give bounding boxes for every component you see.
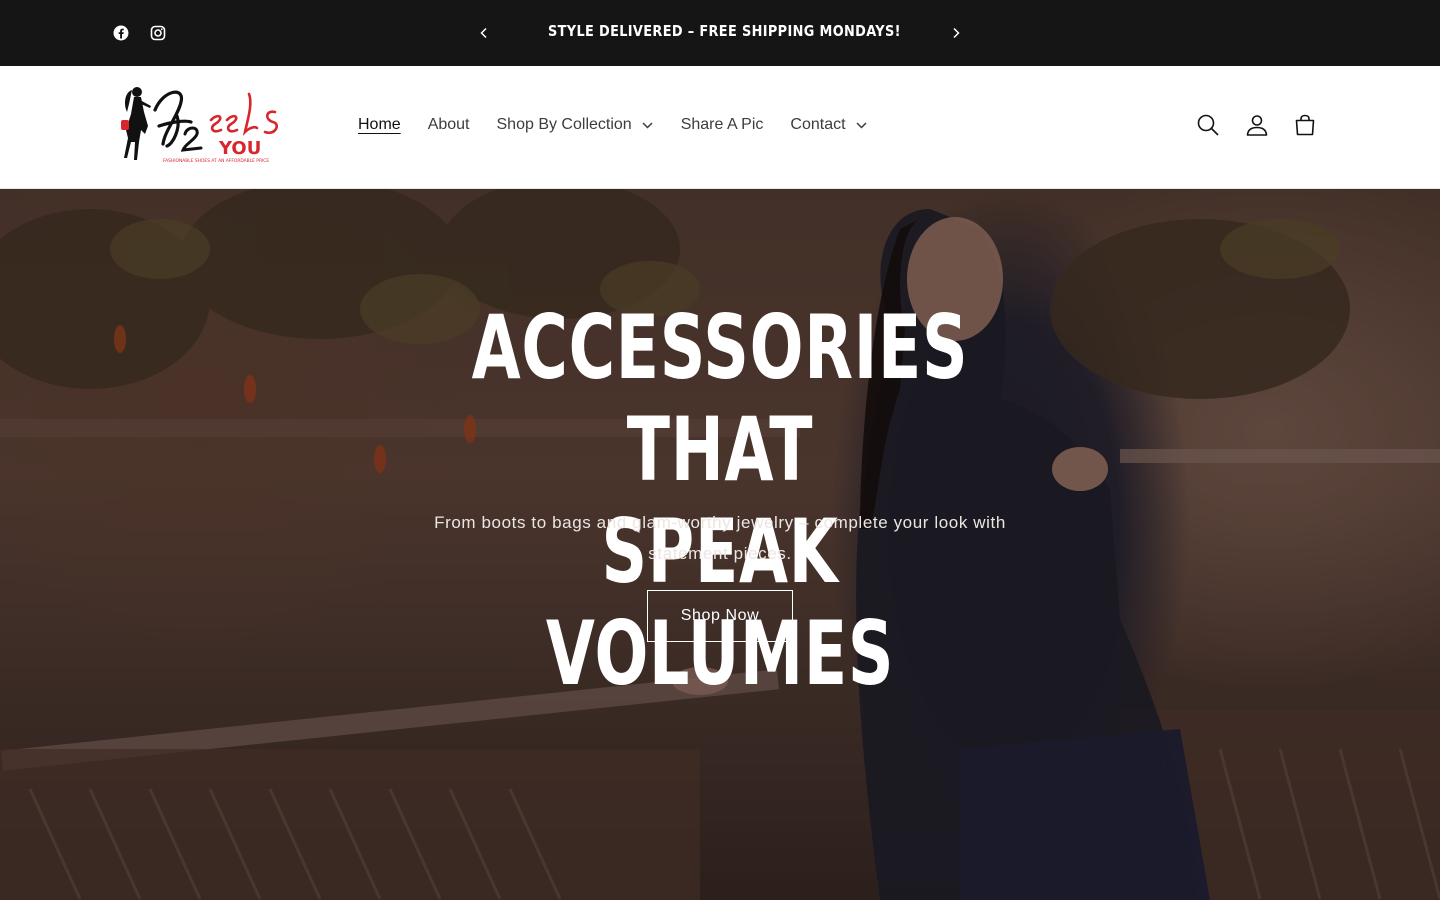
shop-now-button[interactable]: Shop Now	[647, 590, 793, 642]
nav-item-label: Home	[358, 116, 401, 133]
chevron-down-icon	[642, 119, 654, 131]
chevron-down-icon	[856, 119, 868, 131]
nav-item-shop-by-collection[interactable]: Shop By Collection	[497, 113, 654, 137]
nav-item-about[interactable]: About	[428, 113, 470, 137]
nav-item-label: Shop By Collection	[496, 116, 632, 133]
announcement-text: STYLE DELIVERED – FREE SHIPPING MONDAYS!	[548, 22, 901, 40]
cart-icon[interactable]	[1290, 110, 1320, 140]
hero-heading-line-1: ACCESSORIES THAT	[471, 296, 969, 501]
nav-item-contact[interactable]: Contact	[790, 113, 867, 137]
brand-logo[interactable]: YOU FASHIONABLE SHOES AT AN AFFORDABLE P…	[115, 82, 315, 166]
account-icon[interactable]	[1242, 110, 1272, 140]
nav-item-label: Contact	[790, 116, 846, 133]
chevron-right-icon[interactable]	[943, 20, 969, 46]
site-header: YOU FASHIONABLE SHOES AT AN AFFORDABLE P…	[0, 66, 1440, 189]
svg-text:FASHIONABLE SHOES AT AN AFFORD: FASHIONABLE SHOES AT AN AFFORDABLE PRICE	[163, 158, 269, 164]
main-nav: Home About Shop By Collection Share A Pi…	[358, 113, 895, 137]
chevron-left-icon[interactable]	[471, 20, 497, 46]
hero-heading: ACCESSORIES THAT SPEAK VOLUMES	[432, 297, 1008, 705]
svg-text:YOU: YOU	[218, 138, 261, 159]
instagram-icon[interactable]	[147, 22, 169, 44]
facebook-icon[interactable]	[110, 22, 132, 44]
nav-item-share-a-pic[interactable]: Share A Pic	[681, 113, 764, 137]
hero-banner: ACCESSORIES THAT SPEAK VOLUMES From boot…	[0, 189, 1440, 900]
nav-item-label: Share A Pic	[680, 116, 764, 133]
nav-item-home[interactable]: Home	[358, 113, 401, 137]
search-icon[interactable]	[1193, 110, 1223, 140]
announcement-bar: STYLE DELIVERED – FREE SHIPPING MONDAYS!	[0, 0, 1440, 66]
hero-subheading: From boots to bags and glam-worthy jewel…	[434, 513, 1006, 563]
nav-item-label: About	[427, 116, 470, 133]
